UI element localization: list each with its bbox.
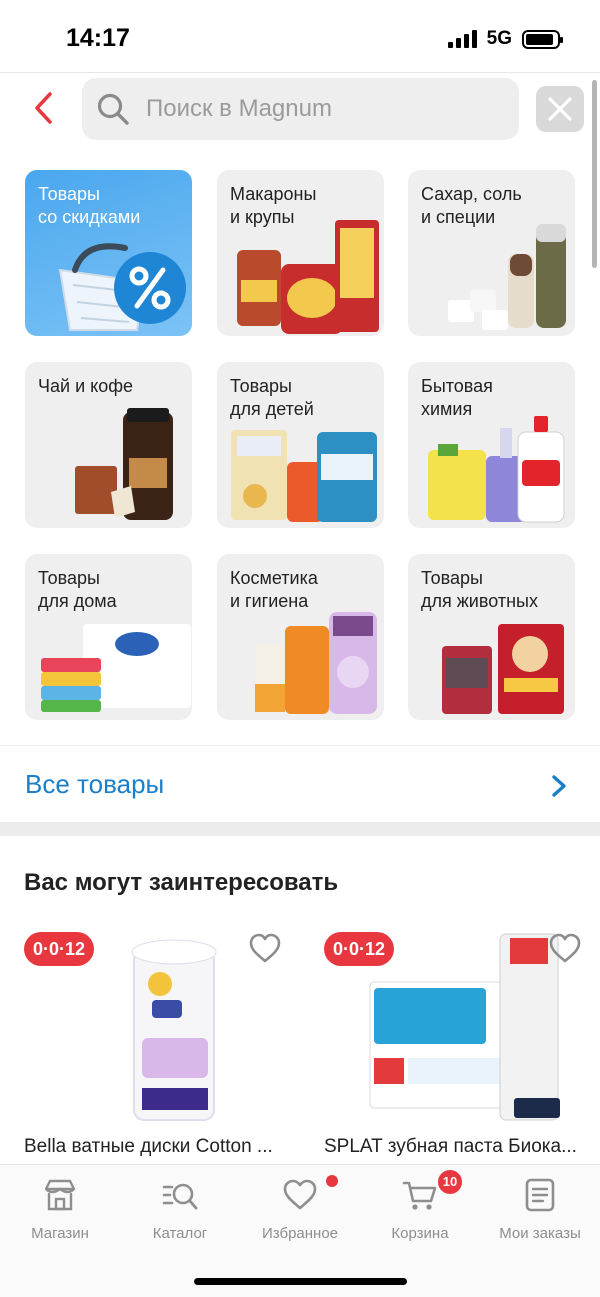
category-label: Сахар, соль и специи <box>421 184 522 227</box>
category-home-goods[interactable]: Товары для дома <box>25 554 192 720</box>
home-indicator <box>194 1278 407 1285</box>
tab-label: Каталог <box>152 1225 208 1242</box>
tab-label: Избранное <box>261 1225 339 1242</box>
category-label: Косметика и гигиена <box>230 568 318 611</box>
all-goods-label: Все товары <box>25 768 165 799</box>
back-arrow-icon[interactable] <box>30 90 60 126</box>
product-name: SPLAT зубная паста Биока... <box>324 1136 577 1157</box>
category-household-chemicals[interactable]: Бытовая химия <box>408 362 575 528</box>
status-time: 14:17 <box>66 24 130 52</box>
favorite-icon[interactable] <box>548 932 582 964</box>
notification-dot <box>326 1175 338 1187</box>
category-label: Чай и кофе <box>38 376 134 396</box>
cart-count-badge: 10 <box>438 1170 462 1194</box>
category-pasta-grains[interactable]: Макароны и крупы <box>217 170 384 336</box>
scroll-indicator <box>592 80 597 268</box>
tab-label: Корзина <box>391 1225 449 1242</box>
search-input[interactable] <box>146 95 486 123</box>
search-bar[interactable] <box>82 78 519 140</box>
category-label: Бытовая химия <box>421 376 493 419</box>
chevron-right-icon <box>552 775 566 797</box>
favorite-icon[interactable] <box>248 932 282 964</box>
search-icon <box>97 93 129 125</box>
all-goods-row[interactable]: Все товары <box>0 746 600 822</box>
category-discounts[interactable]: Товары со скидками <box>25 170 192 336</box>
signal-icon <box>447 30 477 48</box>
heart-icon <box>283 1179 317 1210</box>
cotton-pads-image <box>131 939 217 1121</box>
tab-orders[interactable]: Мои заказы <box>480 1177 600 1242</box>
tab-favorites[interactable]: Избранное <box>240 1177 360 1242</box>
close-icon <box>548 97 572 121</box>
category-label: Товары для детей <box>230 376 314 419</box>
product-card[interactable]: 0·0·12 SPLAT зубная паста Биока... <box>324 928 599 1164</box>
promo-badge: 0·0·12 <box>24 932 95 966</box>
category-label: Товары для дома <box>38 568 117 611</box>
category-label: Товары со скидками <box>38 184 141 227</box>
product-card[interactable]: 0·0·12 Bella ватные диски Cotton ... <box>24 928 299 1164</box>
category-kids-goods[interactable]: Товары для детей <box>217 362 384 528</box>
tab-cart[interactable]: Корзина <box>360 1177 480 1242</box>
category-pet-goods[interactable]: Товары для животных <box>408 554 575 720</box>
category-label: Макароны и крупы <box>230 184 317 227</box>
section-title: Вас могут заинтересовать <box>24 869 339 896</box>
status-bar: 14:17 5G <box>0 0 600 76</box>
tab-store[interactable]: Магазин <box>0 1177 120 1242</box>
tab-label: Мои заказы <box>499 1225 581 1242</box>
store-icon <box>44 1179 76 1211</box>
section-separator <box>0 822 600 836</box>
tab-label: Магазин <box>31 1225 89 1242</box>
category-tea-coffee[interactable]: Чай и кофе <box>25 362 192 528</box>
clear-search-button[interactable] <box>536 86 584 132</box>
toothpaste-image <box>369 933 560 1121</box>
category-cosmetics-hygiene[interactable]: Косметика и гигиена <box>217 554 384 720</box>
network-type: 5G <box>486 28 512 49</box>
divider <box>0 72 600 73</box>
battery-icon <box>522 29 563 49</box>
tab-catalog[interactable]: Каталог <box>120 1177 240 1242</box>
category-label: Товары для животных <box>421 568 538 611</box>
promo-badge: 0·0·12 <box>324 932 395 966</box>
product-name: Bella ватные диски Cotton ... <box>24 1136 273 1157</box>
catalog-search-icon <box>162 1183 198 1210</box>
category-sugar-salt-spices[interactable]: Сахар, соль и специи <box>408 170 575 336</box>
cart-icon <box>402 1181 437 1210</box>
orders-icon <box>525 1178 555 1212</box>
